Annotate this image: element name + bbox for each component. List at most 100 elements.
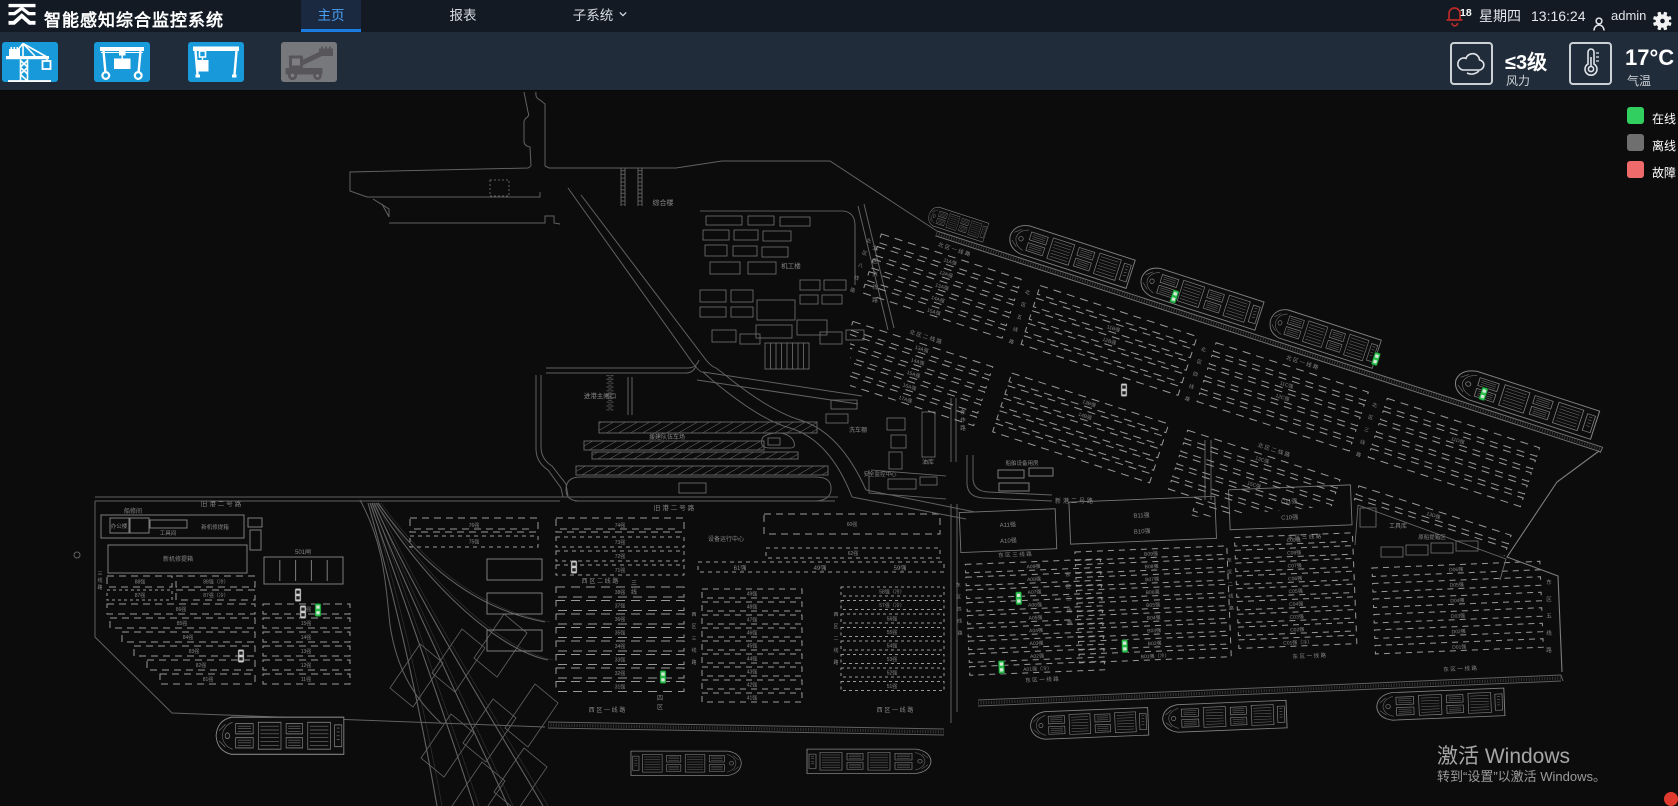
svg-text:东 区 一 线 路: 东 区 一 线 路 [1292, 651, 1326, 660]
svg-text:B02强: B02强 [1148, 641, 1162, 648]
svg-text:线: 线 [1067, 607, 1072, 614]
svg-text:A06强: A06强 [1028, 602, 1042, 609]
svg-text:C07强: C07强 [1287, 563, 1301, 570]
svg-text:线: 线 [872, 283, 878, 291]
svg-text:A07强: A07强 [1027, 589, 1041, 596]
svg-text:17C强: 17C强 [1251, 537, 1266, 547]
svg-text:11强: 11强 [301, 677, 311, 683]
svg-text:八: 八 [857, 262, 864, 269]
svg-text:区: 区 [956, 595, 961, 601]
svg-text:西 区 一 线 路: 西 区 一 线 路 [589, 706, 626, 714]
svg-text:44强: 44强 [747, 657, 758, 663]
svg-text:34强: 34强 [615, 644, 626, 650]
svg-text:五: 五 [1546, 613, 1552, 620]
svg-text:71强: 71强 [615, 568, 626, 574]
svg-text:57强（冷）: 57强（冷） [879, 602, 905, 609]
svg-text:B06强: B06强 [1146, 590, 1160, 597]
svg-text:16C强: 16C强 [1255, 525, 1270, 535]
svg-text:14强: 14强 [301, 635, 312, 641]
svg-text:73强: 73强 [615, 540, 626, 546]
svg-text:二: 二 [1228, 582, 1233, 588]
svg-text:B01强（冷）: B01强（冷） [1141, 652, 1170, 660]
svg-text:进港主闸口: 进港主闸口 [584, 391, 617, 400]
svg-text:线: 线 [1359, 438, 1366, 446]
svg-text:路: 路 [97, 584, 102, 591]
svg-text:线: 线 [1012, 325, 1019, 333]
svg-text:区: 区 [1367, 414, 1374, 421]
svg-text:15强: 15强 [301, 621, 312, 627]
svg-text:36强: 36强 [615, 617, 626, 623]
svg-text:C02强: C02强 [1290, 627, 1304, 634]
svg-text:32强: 32强 [615, 671, 626, 677]
svg-text:三: 三 [1363, 427, 1370, 434]
svg-text:D05强: D05强 [1450, 582, 1464, 589]
svg-text:路: 路 [833, 659, 838, 666]
svg-text:北 区 二 线 路: 北 区 二 线 路 [909, 328, 944, 346]
svg-text:北: 北 [1371, 401, 1378, 409]
svg-text:D06强: D06强 [1449, 567, 1463, 574]
svg-text:49强: 49强 [814, 565, 827, 572]
svg-text:13强: 13强 [301, 649, 312, 655]
svg-text:C04强: C04强 [1289, 601, 1303, 608]
svg-text:A03强: A03强 [1030, 641, 1044, 648]
svg-text:B07强: B07强 [1145, 577, 1159, 584]
svg-text:新机修提箱: 新机修提箱 [163, 555, 193, 563]
svg-text:501闸: 501闸 [295, 548, 311, 556]
svg-text:13C强: 13C强 [1254, 455, 1269, 465]
svg-text:办公楼: 办公楼 [111, 522, 128, 530]
svg-text:42强: 42强 [747, 683, 758, 689]
svg-text:41强: 41强 [747, 696, 758, 702]
svg-text:54强: 54强 [887, 644, 898, 650]
svg-text:区: 区 [657, 704, 663, 711]
svg-text:东: 东 [1065, 571, 1070, 578]
svg-text:五: 五 [1016, 314, 1023, 321]
svg-text:西 区 二 线 路: 西 区 二 线 路 [582, 577, 619, 585]
svg-text:38强: 38强 [615, 590, 626, 596]
svg-text:区: 区 [1020, 302, 1027, 309]
svg-text:二: 二 [833, 636, 838, 642]
svg-text:A02强: A02强 [1030, 653, 1044, 660]
svg-text:A05强: A05强 [1028, 615, 1042, 622]
svg-text:A08强: A08强 [1027, 577, 1041, 584]
svg-text:区: 区 [1196, 359, 1203, 366]
svg-text:62强: 62强 [848, 551, 859, 557]
svg-text:路: 路 [1067, 619, 1072, 626]
svg-text:13D强: 13D强 [1426, 511, 1441, 521]
svg-text:三: 三 [631, 580, 637, 587]
svg-text:工具间: 工具间 [160, 529, 177, 537]
svg-text:C03强: C03强 [1290, 614, 1304, 621]
svg-text:综合楼: 综合楼 [653, 198, 674, 207]
svg-text:北: 北 [865, 237, 872, 245]
svg-text:48强: 48强 [747, 605, 758, 611]
svg-text:82强: 82强 [196, 663, 207, 669]
svg-text:北: 北 [1200, 346, 1207, 354]
svg-text:D02强: D02强 [1451, 629, 1465, 636]
svg-text:路: 路 [691, 659, 696, 666]
svg-text:B03强: B03强 [1147, 628, 1161, 635]
svg-text:D04强: D04强 [1450, 598, 1464, 605]
svg-text:路: 路 [1229, 605, 1234, 612]
svg-text:路: 路 [849, 286, 856, 294]
svg-text:C05强: C05强 [1288, 589, 1302, 596]
svg-text:线: 线 [1188, 383, 1195, 391]
svg-text:84强: 84强 [183, 635, 194, 641]
svg-text:船舶设备用房: 船舶设备用房 [1005, 459, 1039, 467]
svg-text:C10强: C10强 [1281, 514, 1298, 522]
svg-text:区: 区 [691, 624, 696, 630]
svg-text:12强: 12强 [301, 663, 312, 669]
svg-text:B04强: B04强 [1147, 615, 1161, 622]
svg-text:86强: 86强 [176, 607, 187, 613]
svg-text:B08强: B08强 [1145, 564, 1159, 571]
svg-text:85强: 85强 [177, 621, 188, 627]
svg-text:A11强: A11强 [1000, 521, 1017, 529]
svg-text:援建队伍车场: 援建队伍车场 [649, 433, 685, 441]
svg-text:洗车棚: 洗车棚 [849, 426, 867, 434]
svg-text:西: 西 [833, 612, 838, 618]
svg-text:北: 北 [1024, 288, 1031, 296]
svg-text:B05强: B05强 [1146, 602, 1160, 609]
svg-text:线: 线 [1546, 629, 1552, 637]
svg-text:11D强: 11D强 [1450, 436, 1465, 446]
svg-text:B11强: B11强 [1133, 512, 1150, 520]
svg-text:路: 路 [960, 424, 966, 432]
svg-text:35强: 35强 [615, 631, 626, 637]
